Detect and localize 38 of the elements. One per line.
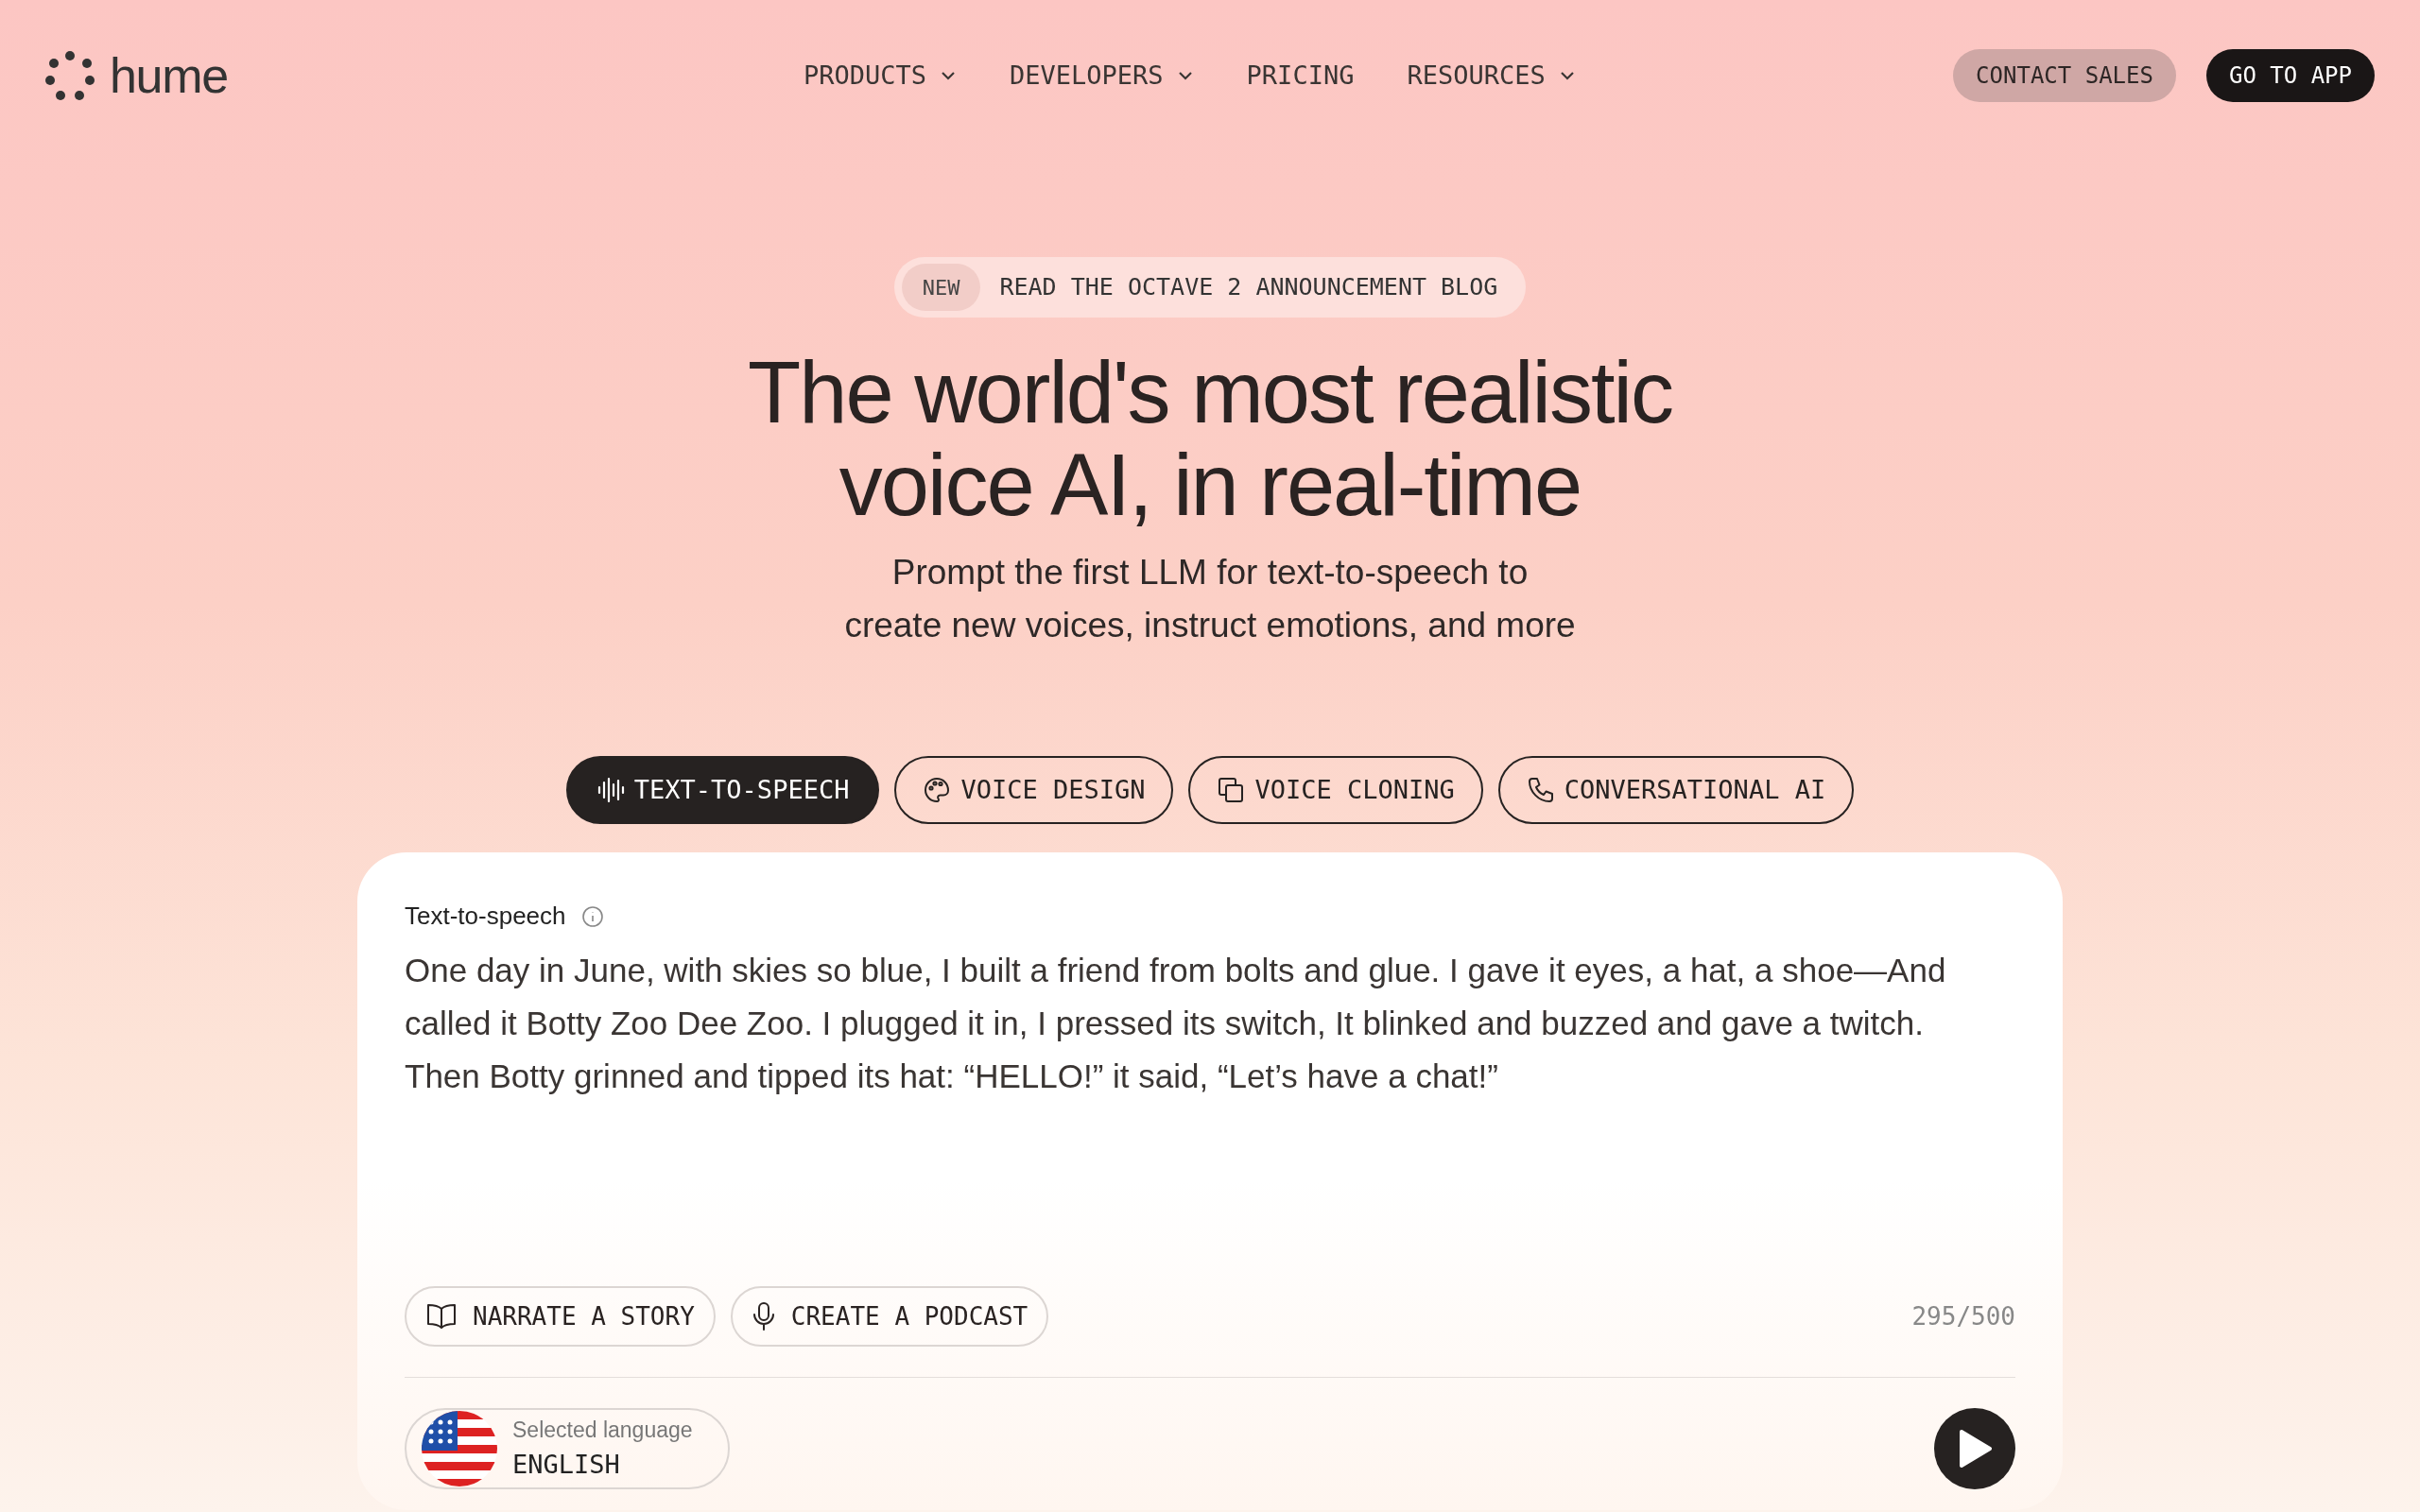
chevron-down-icon [1558,70,1576,82]
us-flag-icon [422,1411,497,1486]
character-counter: 295/500 [1911,1300,2015,1332]
chevron-down-icon [1176,70,1194,82]
language-value: ENGLISH [512,1449,621,1481]
copy-icon [1217,776,1246,804]
hero-subtitle: create new voices, instruct emotions, and more [844,605,1576,646]
text-input-field[interactable]: One day in June, with skies so blue, I built a friend from bolts and glue. I gave it eyes, a hat, a shoe—And called it Botty Zoo Dee Zoo. I plugged it in, I pressed its switch, It blinked and buzzed and gave a twitch. Then Botty grinned and tipped its hat: “HELLO!” it said, “Let’s have a chat!” [405,944,1974,1286]
new-badge: NEW [901,264,981,311]
mode-tab[interactable]: VOICE DESIGN [894,756,1174,824]
preset-chip[interactable]: CREATE A PODCAST [730,1286,1049,1347]
mode-tab[interactable]: TEXT-TO-SPEECH [565,756,880,824]
nav-link[interactable]: RESOURCES [1407,57,1576,95]
panel-label: Text-to-speech [405,901,566,932]
mode-tab[interactable]: VOICE CLONING [1188,756,1483,824]
palette-icon [923,776,952,804]
logo-icon [45,51,95,100]
go-to-app-button[interactable]: GO TO APP [2205,49,2375,102]
mode-tab[interactable]: CONVERSATIONAL AI [1497,756,1855,824]
hero-subtitle: Prompt the first LLM for text-to-speech to [891,552,1529,593]
logo-text[interactable]: hume [110,51,228,100]
contact-sales-button[interactable]: CONTACT SALES [1953,49,2176,102]
hero-heading: voice AI, in real-time [838,438,1582,531]
announcement-text: READ THE OCTAVE 2 ANNOUNCEMENT BLOG [999,272,1498,303]
nav-link[interactable]: PRICING [1246,57,1355,95]
language-caption: Selected language [512,1416,693,1444]
nav-link[interactable]: DEVELOPERS [1010,57,1194,95]
hero-heading: The world's most realistic [748,346,1672,438]
info-icon[interactable] [580,904,604,928]
nav-link[interactable]: PRODUCTS [804,57,958,95]
phone-icon [1526,776,1555,804]
waveform-icon [596,777,625,803]
announcement-banner[interactable]: NEW READ THE OCTAVE 2 ANNOUNCEMENT BLOG [893,257,1527,318]
preset-chip[interactable]: NARRATE A STORY [405,1286,716,1347]
book-icon [425,1302,458,1331]
chevron-down-icon [940,70,958,82]
language-selector[interactable]: Selected language ENGLISH [405,1408,730,1489]
microphone-icon [751,1301,776,1332]
